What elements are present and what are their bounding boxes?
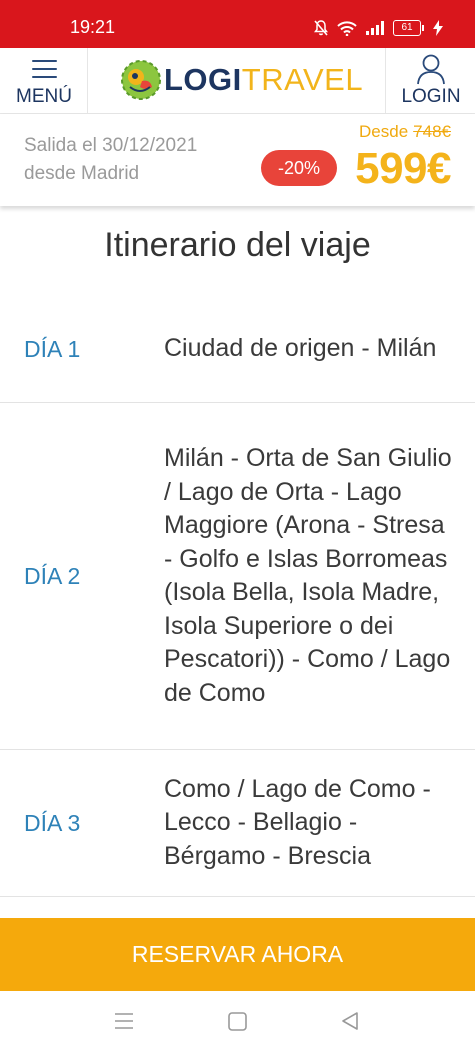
discount-badge: -20% [261, 150, 337, 186]
from-price-line: Desde 748€ [359, 122, 451, 142]
departure-date: Salida el 30/12/2021 [24, 135, 198, 156]
back-icon[interactable] [341, 1012, 359, 1034]
app-header: MENÚ LOGITRAVEL LOGIN [0, 48, 475, 114]
home-icon[interactable] [228, 1012, 247, 1035]
itinerary-list: DÍA 1 Ciudad de origen - Milán DÍA 2 Mil… [0, 296, 475, 897]
mute-icon [314, 20, 328, 36]
menu-button[interactable]: MENÚ [0, 48, 88, 114]
charging-icon [433, 20, 443, 36]
login-label: LOGIN [401, 86, 461, 107]
day-description: Milán - Orta de San Giulio / Lago de Ort… [164, 444, 452, 707]
itinerary-day[interactable]: DÍA 3 Como / Lago de Como - Lecco - Bell… [0, 750, 475, 897]
hamburger-icon [32, 60, 57, 78]
current-price: 599€ [355, 144, 451, 193]
user-icon [417, 54, 445, 85]
menu-label: MENÚ [16, 86, 72, 107]
day-description: Ciudad de origen - Milán [164, 334, 437, 363]
old-price: 748€ [413, 122, 451, 141]
page-title: Itinerario del viaje [104, 226, 371, 264]
itinerary-day[interactable]: DÍA 1 Ciudad de origen - Milán [0, 296, 475, 403]
day-label: DÍA 3 [24, 809, 81, 836]
departure-city: desde Madrid [24, 163, 140, 184]
logo-primary-text: LOGI [164, 62, 242, 97]
battery-icon: 61 [393, 20, 424, 36]
login-button[interactable]: LOGIN [385, 48, 475, 114]
logo-secondary-text: TRAVEL [241, 62, 364, 97]
departure-info: Salida el 30/12/2021 desde Madrid [24, 132, 197, 188]
battery-level: 61 [393, 20, 421, 36]
reserve-now-button[interactable]: RESERVAR AHORA [0, 918, 475, 991]
recent-apps-icon[interactable] [114, 1012, 134, 1034]
price-summary-bar: Salida el 30/12/2021 desde Madrid Desde 7… [0, 114, 475, 206]
status-bar: 19:21 61 [0, 0, 475, 48]
day-description: Como / Lago de Como - Lecco - Bellagio -… [164, 774, 431, 870]
from-label: Desde [359, 122, 409, 141]
day-label: DÍA 1 [24, 335, 81, 362]
wifi-icon [337, 20, 357, 36]
status-time: 19:21 [70, 17, 116, 37]
day-label: DÍA 2 [24, 562, 81, 589]
status-icons: 61 [314, 20, 443, 36]
signal-icon [366, 21, 384, 35]
system-nav-bar [0, 991, 475, 1056]
logitravel-logo[interactable]: LOGITRAVEL [120, 58, 363, 102]
logo-mark-icon [121, 60, 161, 100]
itinerary-day[interactable]: DÍA 2 Milán - Orta de San Giulio / Lago … [0, 403, 475, 750]
